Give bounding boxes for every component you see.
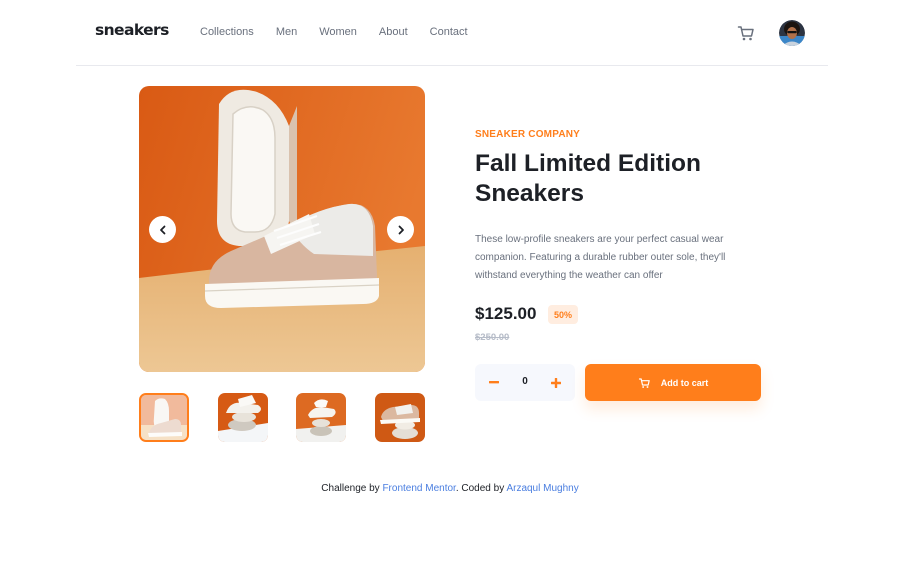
thumbnail-3[interactable] — [296, 393, 346, 442]
footer-prefix: Challenge by — [321, 483, 380, 494]
current-price: $125.00 — [475, 304, 537, 323]
main-nav: Collections Men Women About Contact — [200, 26, 490, 38]
chevron-right-icon — [398, 225, 404, 234]
cart-icon — [638, 377, 650, 388]
discount-badge: 50% — [548, 305, 578, 324]
nav-link-men[interactable]: Men — [276, 26, 297, 38]
product-title: Fall Limited Edition Sneakers — [475, 150, 701, 207]
decrease-quantity-button[interactable] — [487, 374, 501, 391]
plus-icon — [551, 377, 561, 388]
increase-quantity-button[interactable] — [549, 374, 563, 391]
nav-link-about[interactable]: About — [379, 26, 408, 38]
thumbnail-2[interactable] — [218, 393, 268, 442]
thumbnail-1[interactable] — [139, 393, 189, 442]
original-price: $250.00 — [475, 332, 510, 343]
nav-link-women[interactable]: Women — [319, 26, 357, 38]
footer-attribution: Challenge by Frontend Mentor. Coded by A… — [0, 483, 900, 494]
next-image-button[interactable] — [387, 216, 414, 243]
nav-link-contact[interactable]: Contact — [430, 26, 468, 38]
frontend-mentor-link[interactable]: Frontend Mentor — [382, 483, 455, 494]
chevron-left-icon — [159, 225, 165, 234]
quantity-stepper: 0 — [475, 364, 575, 401]
product-description: These low-profile sneakers are your perf… — [475, 234, 726, 281]
thumbnail-strip — [139, 393, 425, 442]
product-main-image[interactable] — [139, 86, 425, 372]
nav-link-collections[interactable]: Collections — [200, 26, 254, 38]
cart-icon[interactable] — [737, 24, 755, 42]
site-header: sneakers Collections Men Women About Con… — [76, 0, 828, 66]
footer-middle: . Coded by — [455, 483, 505, 494]
minus-icon — [489, 381, 499, 384]
add-to-cart-button[interactable]: Add to cart — [585, 364, 761, 401]
logo[interactable]: sneakers — [95, 21, 169, 39]
add-to-cart-label: Add to cart — [660, 377, 709, 388]
quantity-value: 0 — [522, 376, 528, 387]
avatar[interactable] — [779, 20, 805, 46]
thumbnail-4[interactable] — [375, 393, 425, 442]
previous-image-button[interactable] — [149, 216, 176, 243]
company-name: SNEAKER COMPANY — [475, 129, 581, 140]
author-link[interactable]: Arzaqul Mughny — [506, 483, 578, 494]
